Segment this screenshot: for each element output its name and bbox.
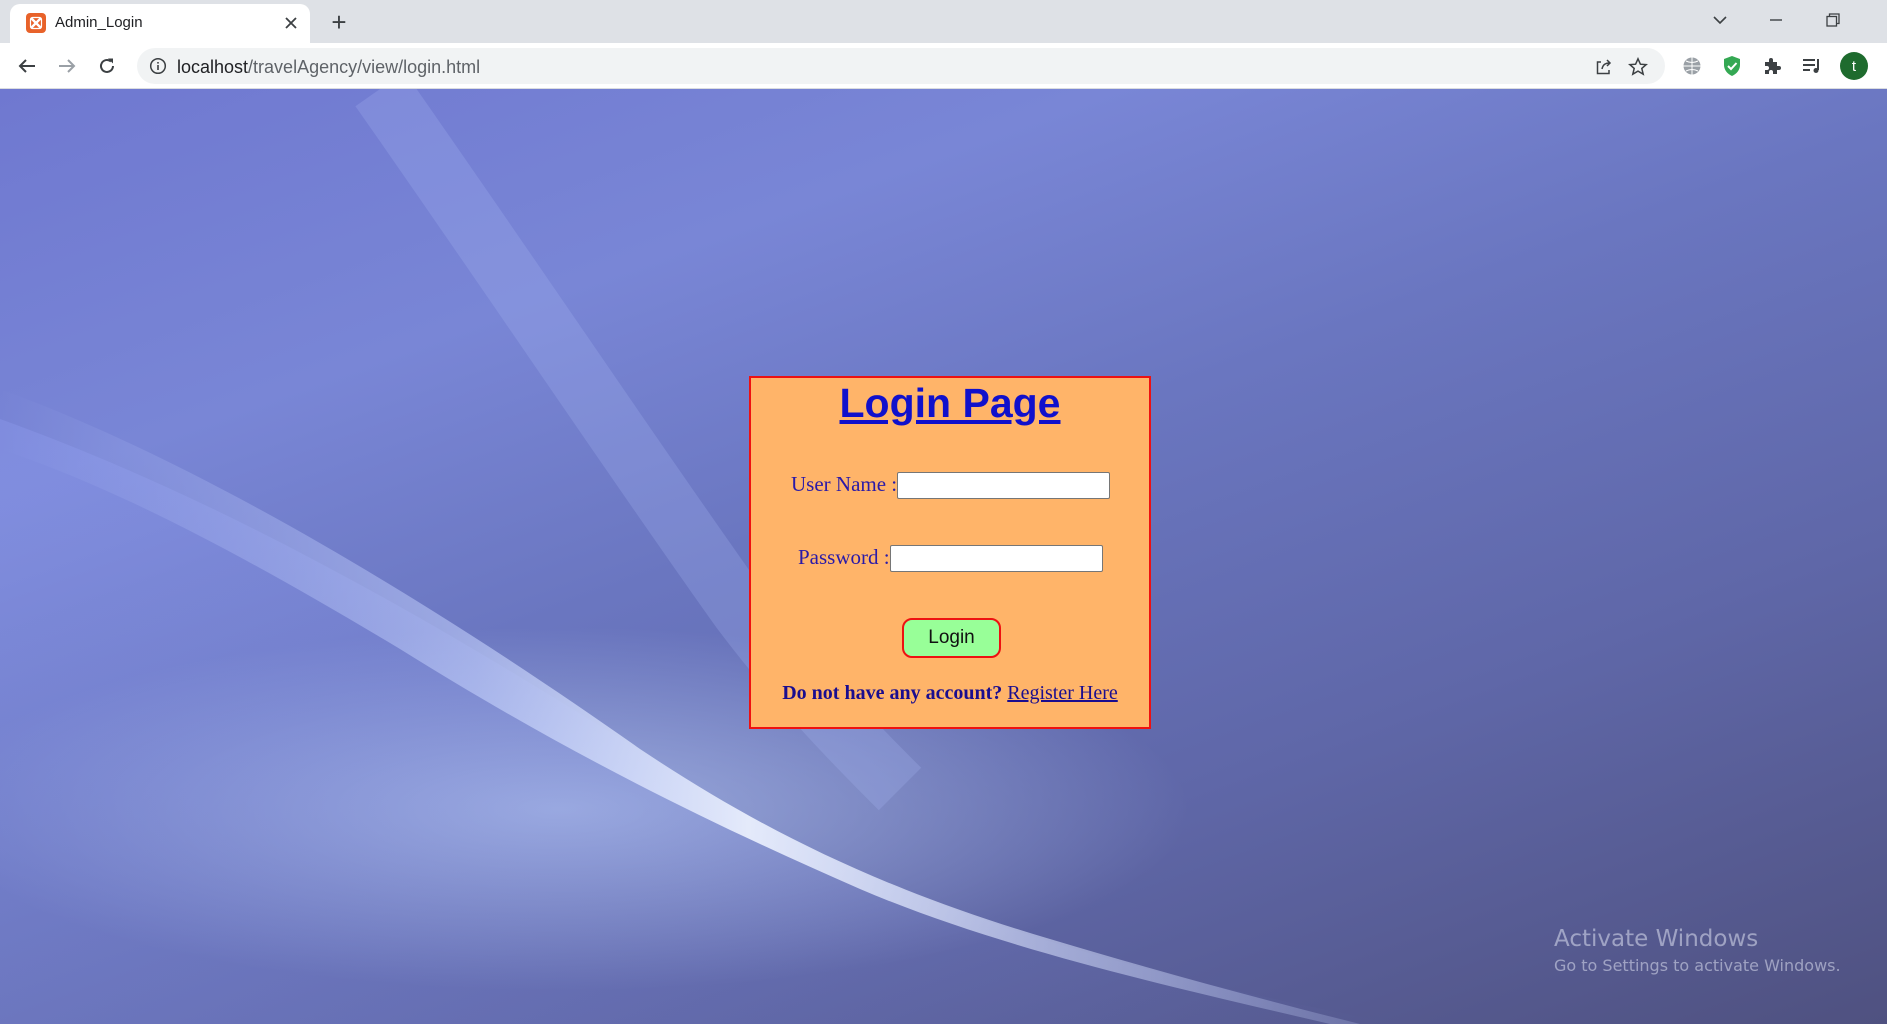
login-form: Login Page User Name : Password : Login … (749, 376, 1151, 729)
activate-windows-subtitle: Go to Settings to activate Windows. (1554, 956, 1841, 975)
info-icon[interactable] (149, 57, 167, 75)
windows-activation-watermark: Activate Windows Go to Settings to activ… (1554, 926, 1841, 975)
shield-check-icon[interactable] (1719, 53, 1745, 79)
page-title: Login Page (839, 380, 1061, 426)
url-path: /travelAgency/view/login.html (248, 57, 481, 77)
password-label: Password : (798, 545, 890, 569)
globe-icon[interactable] (1679, 53, 1705, 79)
tab-admin-login[interactable]: Admin_Login (10, 4, 310, 43)
media-queue-icon[interactable] (1799, 53, 1825, 79)
login-button[interactable]: Login (902, 618, 1001, 658)
username-input[interactable] (897, 472, 1110, 499)
xampp-favicon-icon (26, 13, 46, 33)
profile-avatar[interactable]: t (1840, 52, 1868, 80)
back-arrow-icon[interactable] (12, 51, 42, 81)
url-text: localhost/travelAgency/view/login.html (177, 57, 480, 78)
activate-windows-title: Activate Windows (1554, 926, 1759, 952)
register-prompt: Do not have any account? Register Here (751, 682, 1149, 705)
address-bar[interactable]: localhost/travelAgency/view/login.html (137, 48, 1665, 84)
restore-icon[interactable] (1818, 6, 1848, 34)
reload-icon[interactable] (92, 51, 122, 81)
forward-arrow-icon[interactable] (52, 51, 82, 81)
register-link[interactable]: Register Here (1007, 682, 1118, 704)
plus-icon[interactable]: + (325, 8, 353, 36)
share-icon[interactable] (1593, 56, 1615, 78)
chevron-down-icon[interactable] (1705, 6, 1735, 34)
username-label: User Name : (791, 472, 898, 496)
password-input[interactable] (890, 545, 1103, 572)
close-icon[interactable] (280, 12, 302, 34)
tab-strip: Admin_Login + (0, 0, 1887, 43)
minimize-icon[interactable] (1761, 6, 1791, 34)
puzzle-icon[interactable] (1759, 53, 1785, 79)
star-icon[interactable] (1627, 56, 1649, 78)
url-host: localhost (177, 57, 249, 77)
browser-toolbar: localhost/travelAgency/view/login.html t (0, 43, 1887, 89)
no-account-text: Do not have any account? (782, 682, 1003, 704)
tab-title: Admin_Login (55, 14, 143, 31)
page-background: Login Page User Name : Password : Login … (0, 89, 1887, 1024)
